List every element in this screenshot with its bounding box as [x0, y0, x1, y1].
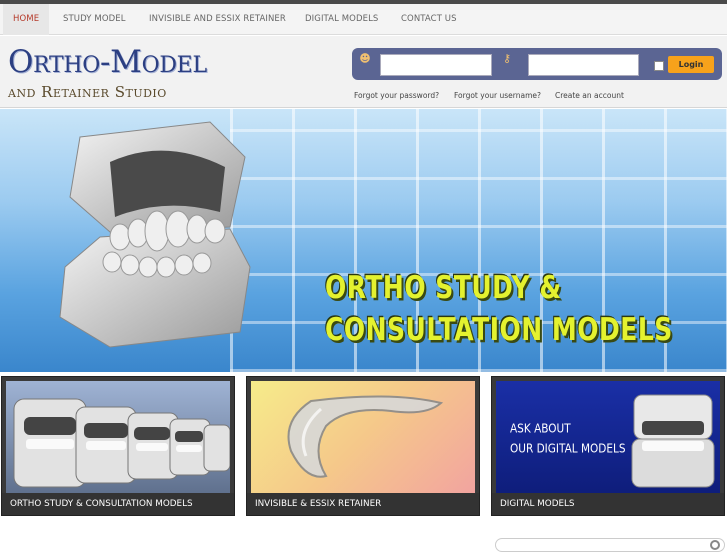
username-input[interactable] — [380, 54, 492, 76]
tile-retainer-label: INVISIBLE & ESSIX RETAINER — [247, 493, 479, 515]
banner-caption-line2: CONSULTATION MODELS — [325, 311, 673, 348]
nav-home[interactable]: HOME — [3, 4, 50, 35]
nav-digital-models[interactable]: DIGITAL MODELS — [305, 4, 378, 35]
digital-overlay-line1: ASK ABOUT — [510, 421, 571, 437]
logo-subtitle: and Retainer Studio — [8, 83, 167, 101]
password-input[interactable] — [528, 54, 639, 76]
tile-study-models-label: ORTHO STUDY & CONSULTATION MODELS — [2, 493, 234, 515]
nav-contact-us[interactable]: CONTACT US — [401, 4, 457, 35]
remember-me-checkbox[interactable] — [654, 61, 664, 71]
main-nav: HOME STUDY MODEL INVISIBLE AND ESSIX RET… — [0, 4, 727, 35]
tile-digital-models-label: DIGITAL MODELS — [492, 493, 724, 515]
search-input[interactable] — [495, 538, 725, 552]
digital-overlay-line2: OUR DIGITAL MODELS — [510, 441, 626, 457]
forgot-password-link[interactable]: Forgot your password? — [354, 91, 439, 100]
tile-retainer[interactable]: INVISIBLE & ESSIX RETAINER — [246, 376, 480, 516]
tile-study-models[interactable]: ORTHO STUDY & CONSULTATION MODELS — [1, 376, 235, 516]
banner-caption-line1: ORTHO STUDY & — [325, 269, 562, 306]
nav-invisible-essix-retainer[interactable]: INVISIBLE AND ESSIX RETAINER — [149, 4, 286, 35]
feature-tiles: ORTHO STUDY & CONSULTATION MODELS INVISI… — [0, 376, 727, 518]
study-models-image — [6, 381, 230, 496]
tile-digital-models[interactable]: ASK ABOUT OUR DIGITAL MODELS DIGITAL MOD… — [491, 376, 725, 516]
user-icon: ☻ — [359, 52, 371, 65]
digital-models-image: ASK ABOUT OUR DIGITAL MODELS — [496, 381, 720, 496]
login-form: ☻ ⚷ Login — [352, 48, 722, 80]
dental-model-image — [59, 121, 251, 348]
site-header: Ortho-Model and Retainer Studio ☻ ⚷ Logi… — [0, 36, 727, 108]
logo-title[interactable]: Ortho-Model — [8, 44, 207, 80]
hero-banner: ORTHO STUDY & CONSULTATION MODELS — [0, 109, 727, 372]
key-icon: ⚷ — [502, 52, 512, 65]
retainer-image — [251, 381, 475, 496]
create-account-link[interactable]: Create an account — [555, 91, 624, 100]
login-button[interactable]: Login — [668, 56, 714, 73]
forgot-username-link[interactable]: Forgot your username? — [454, 91, 541, 100]
nav-study-model[interactable]: STUDY MODEL — [63, 4, 126, 35]
search-icon[interactable] — [710, 540, 720, 550]
